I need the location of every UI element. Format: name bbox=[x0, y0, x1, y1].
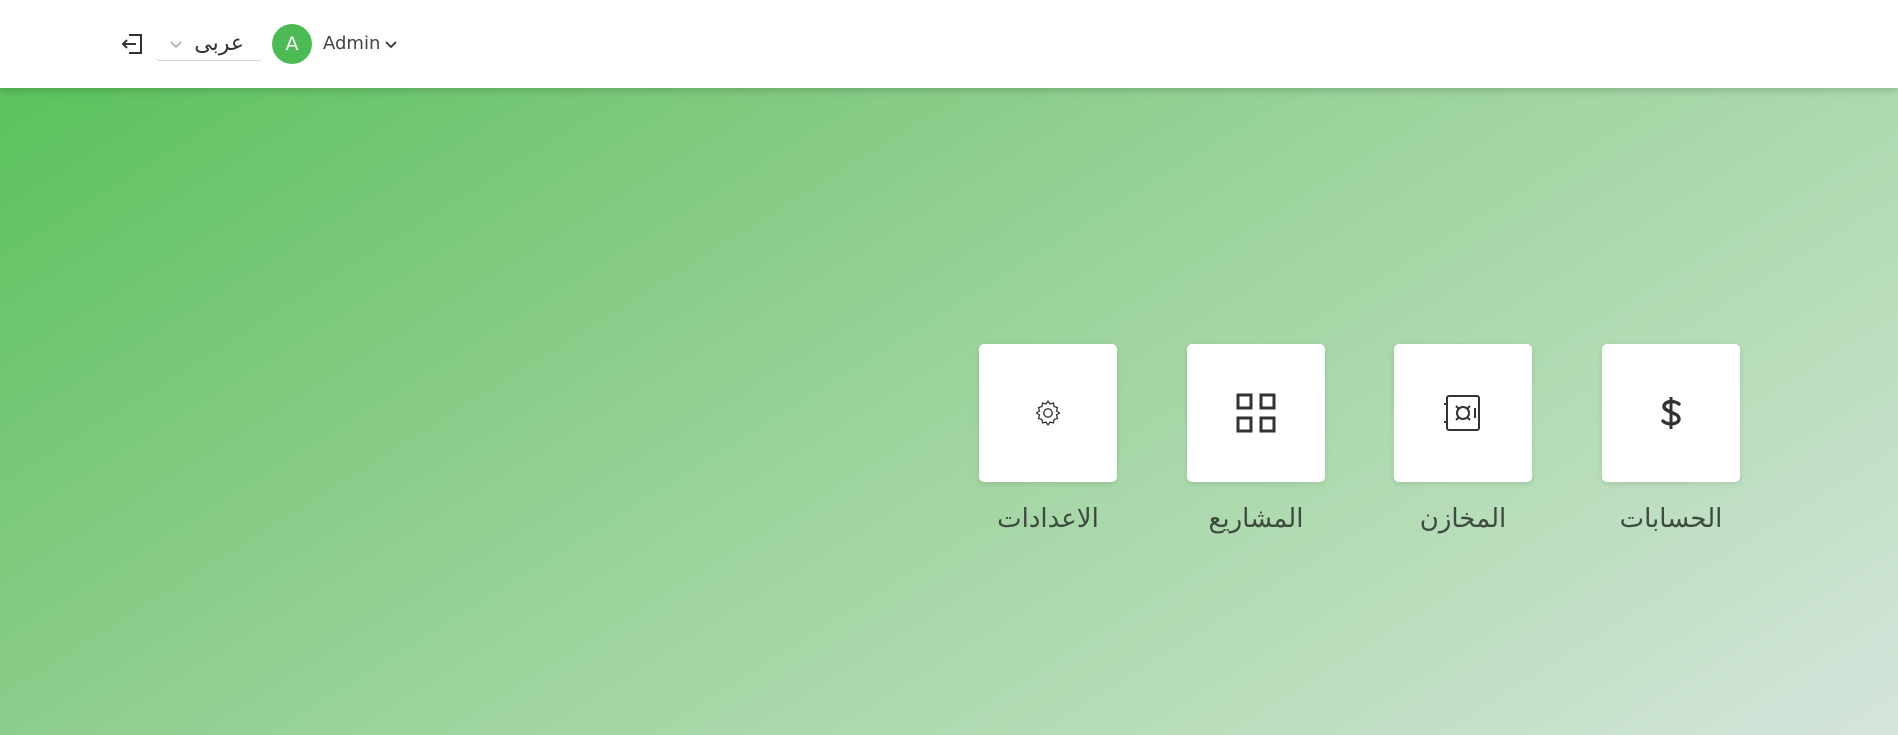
main-content: الاعدادات المشاريع المخازن الحسابات bbox=[0, 88, 1898, 735]
tile-box bbox=[979, 344, 1117, 482]
tile-box bbox=[1187, 344, 1325, 482]
logout-icon bbox=[121, 34, 142, 54]
safe-icon bbox=[1444, 395, 1480, 431]
grid-icon bbox=[1236, 393, 1276, 433]
module-label: المخازن bbox=[1419, 504, 1507, 534]
tile-box bbox=[1394, 344, 1532, 482]
chevron-down-icon bbox=[170, 41, 182, 49]
module-tile-projects[interactable]: المشاريع bbox=[1187, 344, 1325, 534]
language-value: عربى bbox=[194, 31, 244, 56]
tile-box bbox=[1602, 344, 1740, 482]
top-bar: عربى A Admin bbox=[0, 0, 1898, 88]
dollar-icon bbox=[1661, 397, 1681, 429]
gear-icon bbox=[1035, 400, 1061, 426]
module-tile-warehouses[interactable]: المخازن bbox=[1394, 344, 1532, 534]
avatar: A bbox=[272, 24, 312, 64]
module-label: الحسابات bbox=[1619, 504, 1723, 534]
module-label: الاعدادات bbox=[997, 504, 1099, 534]
module-tile-settings[interactable]: الاعدادات bbox=[979, 344, 1117, 534]
module-tile-accounts[interactable]: الحسابات bbox=[1602, 344, 1740, 534]
user-name: Admin bbox=[323, 33, 381, 54]
logout-button[interactable] bbox=[118, 30, 146, 58]
chevron-down-icon bbox=[385, 41, 397, 49]
module-label: المشاريع bbox=[1208, 504, 1304, 534]
language-select[interactable]: عربى bbox=[156, 27, 262, 61]
